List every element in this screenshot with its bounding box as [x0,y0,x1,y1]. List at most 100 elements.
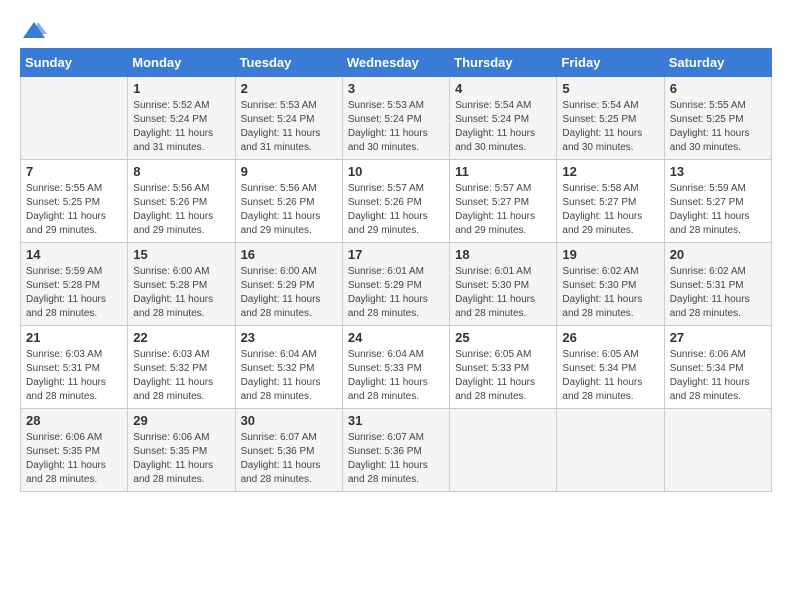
day-number: 9 [241,164,337,179]
calendar-week-5: 28 Sunrise: 6:06 AMSunset: 5:35 PMDayligh… [21,409,772,492]
calendar-week-2: 7 Sunrise: 5:55 AMSunset: 5:25 PMDaylight… [21,160,772,243]
day-number: 30 [241,413,337,428]
day-number: 13 [670,164,766,179]
calendar-cell: 20Sunrise: 6:02 AMSunset: 5:31 PMDayligh… [664,243,771,326]
day-info: Sunrise: 5:53 AMSunset: 5:24 PMDaylight:… [348,99,444,155]
day-info: Sunrise: 5:55 AMSunset: 5:25 PMDaylight:… [26,182,122,238]
day-number: 29 [133,413,229,428]
day-info: Sunrise: 5:57 AMSunset: 5:26 PMDaylight:… [348,182,444,238]
calendar-cell: 31 Sunrise: 6:07 AMSunset: 5:36 PMDayligh… [342,409,449,492]
calendar-body: 1 Sunrise: 5:52 AMSunset: 5:24 PMDaylight… [21,77,772,492]
day-number: 22 [133,330,229,345]
day-info: Sunrise: 5:52 AMSunset: 5:24 PMDaylight:… [133,99,229,155]
day-info: Sunrise: 6:01 AMSunset: 5:30 PMDaylight:… [455,265,551,321]
day-number: 7 [26,164,122,179]
day-info: Sunrise: 6:02 AMSunset: 5:30 PMDaylight:… [562,265,658,321]
day-info: Sunrise: 5:56 AMSunset: 5:26 PMDaylight:… [133,182,229,238]
day-number: 17 [348,247,444,262]
day-info: Sunrise: 5:58 AMSunset: 5:27 PMDaylight:… [562,182,658,238]
calendar-week-4: 21 Sunrise: 6:03 AMSunset: 5:31 PMDayligh… [21,326,772,409]
header-tuesday: Tuesday [235,49,342,77]
day-number: 24 [348,330,444,345]
calendar-cell [450,409,557,492]
day-info: Sunrise: 6:07 AMSunset: 5:36 PMDaylight:… [241,431,337,487]
day-info: Sunrise: 5:53 AMSunset: 5:24 PMDaylight:… [241,99,337,155]
day-number: 20 [670,247,766,262]
day-info: Sunrise: 5:54 AMSunset: 5:25 PMDaylight:… [562,99,658,155]
day-info: Sunrise: 6:00 AMSunset: 5:29 PMDaylight:… [241,265,337,321]
day-info: Sunrise: 6:01 AMSunset: 5:29 PMDaylight:… [348,265,444,321]
calendar-cell: 24 Sunrise: 6:04 AMSunset: 5:33 PMDayligh… [342,326,449,409]
day-number: 1 [133,81,229,96]
day-number: 6 [670,81,766,96]
header-friday: Friday [557,49,664,77]
calendar-cell: 12 Sunrise: 5:58 AMSunset: 5:27 PMDayligh… [557,160,664,243]
day-info: Sunrise: 6:03 AMSunset: 5:32 PMDaylight:… [133,348,229,404]
day-number: 19 [562,247,658,262]
calendar-cell: 9 Sunrise: 5:56 AMSunset: 5:26 PMDaylight… [235,160,342,243]
day-number: 27 [670,330,766,345]
day-number: 31 [348,413,444,428]
calendar-cell [664,409,771,492]
calendar-week-1: 1 Sunrise: 5:52 AMSunset: 5:24 PMDaylight… [21,77,772,160]
day-info: Sunrise: 6:07 AMSunset: 5:36 PMDaylight:… [348,431,444,487]
calendar-cell: 2Sunrise: 5:53 AMSunset: 5:24 PMDaylight… [235,77,342,160]
calendar-cell: 6 Sunrise: 5:55 AMSunset: 5:25 PMDaylight… [664,77,771,160]
calendar-cell: 17 Sunrise: 6:01 AMSunset: 5:29 PMDayligh… [342,243,449,326]
calendar-cell: 3 Sunrise: 5:53 AMSunset: 5:24 PMDaylight… [342,77,449,160]
day-info: Sunrise: 5:57 AMSunset: 5:27 PMDaylight:… [455,182,551,238]
day-info: Sunrise: 5:59 AMSunset: 5:27 PMDaylight:… [670,182,766,238]
calendar-header-row: SundayMondayTuesdayWednesdayThursdayFrid… [21,49,772,77]
calendar-cell: 14 Sunrise: 5:59 AMSunset: 5:28 PMDayligh… [21,243,128,326]
day-info: Sunrise: 6:04 AMSunset: 5:33 PMDaylight:… [348,348,444,404]
day-info: Sunrise: 5:59 AMSunset: 5:28 PMDaylight:… [26,265,122,321]
calendar-cell: 15Sunrise: 6:00 AMSunset: 5:28 PMDayligh… [128,243,235,326]
calendar-cell: 29Sunrise: 6:06 AMSunset: 5:35 PMDayligh… [128,409,235,492]
day-number: 14 [26,247,122,262]
day-info: Sunrise: 6:00 AMSunset: 5:28 PMDaylight:… [133,265,229,321]
calendar-cell: 25Sunrise: 6:05 AMSunset: 5:33 PMDayligh… [450,326,557,409]
header-monday: Monday [128,49,235,77]
calendar-cell: 4 Sunrise: 5:54 AMSunset: 5:24 PMDaylight… [450,77,557,160]
calendar-cell: 27 Sunrise: 6:06 AMSunset: 5:34 PMDayligh… [664,326,771,409]
calendar-cell: 1 Sunrise: 5:52 AMSunset: 5:24 PMDaylight… [128,77,235,160]
day-info: Sunrise: 5:55 AMSunset: 5:25 PMDaylight:… [670,99,766,155]
day-info: Sunrise: 6:03 AMSunset: 5:31 PMDaylight:… [26,348,122,404]
calendar-cell: 16 Sunrise: 6:00 AMSunset: 5:29 PMDayligh… [235,243,342,326]
calendar-cell: 13 Sunrise: 5:59 AMSunset: 5:27 PMDayligh… [664,160,771,243]
day-number: 23 [241,330,337,345]
calendar-cell: 5Sunrise: 5:54 AMSunset: 5:25 PMDaylight… [557,77,664,160]
logo [20,20,48,38]
day-number: 28 [26,413,122,428]
calendar-cell: 30 Sunrise: 6:07 AMSunset: 5:36 PMDayligh… [235,409,342,492]
day-info: Sunrise: 5:54 AMSunset: 5:24 PMDaylight:… [455,99,551,155]
page-header [20,20,772,38]
day-info: Sunrise: 6:05 AMSunset: 5:34 PMDaylight:… [562,348,658,404]
calendar-week-3: 14 Sunrise: 5:59 AMSunset: 5:28 PMDayligh… [21,243,772,326]
calendar-cell [557,409,664,492]
day-number: 26 [562,330,658,345]
calendar-cell: 19 Sunrise: 6:02 AMSunset: 5:30 PMDayligh… [557,243,664,326]
calendar-cell: 7 Sunrise: 5:55 AMSunset: 5:25 PMDaylight… [21,160,128,243]
calendar-cell: 22 Sunrise: 6:03 AMSunset: 5:32 PMDayligh… [128,326,235,409]
calendar-cell: 11 Sunrise: 5:57 AMSunset: 5:27 PMDayligh… [450,160,557,243]
day-number: 21 [26,330,122,345]
day-number: 4 [455,81,551,96]
day-number: 11 [455,164,551,179]
header-sunday: Sunday [21,49,128,77]
day-info: Sunrise: 5:56 AMSunset: 5:26 PMDaylight:… [241,182,337,238]
day-info: Sunrise: 6:06 AMSunset: 5:35 PMDaylight:… [26,431,122,487]
calendar-cell: 26 Sunrise: 6:05 AMSunset: 5:34 PMDayligh… [557,326,664,409]
day-number: 16 [241,247,337,262]
header-saturday: Saturday [664,49,771,77]
day-number: 18 [455,247,551,262]
calendar-cell: 10Sunrise: 5:57 AMSunset: 5:26 PMDayligh… [342,160,449,243]
day-info: Sunrise: 6:06 AMSunset: 5:34 PMDaylight:… [670,348,766,404]
logo-icon [21,20,47,42]
day-info: Sunrise: 6:05 AMSunset: 5:33 PMDaylight:… [455,348,551,404]
calendar-cell: 21 Sunrise: 6:03 AMSunset: 5:31 PMDayligh… [21,326,128,409]
day-number: 12 [562,164,658,179]
day-number: 3 [348,81,444,96]
day-number: 8 [133,164,229,179]
calendar-cell [21,77,128,160]
